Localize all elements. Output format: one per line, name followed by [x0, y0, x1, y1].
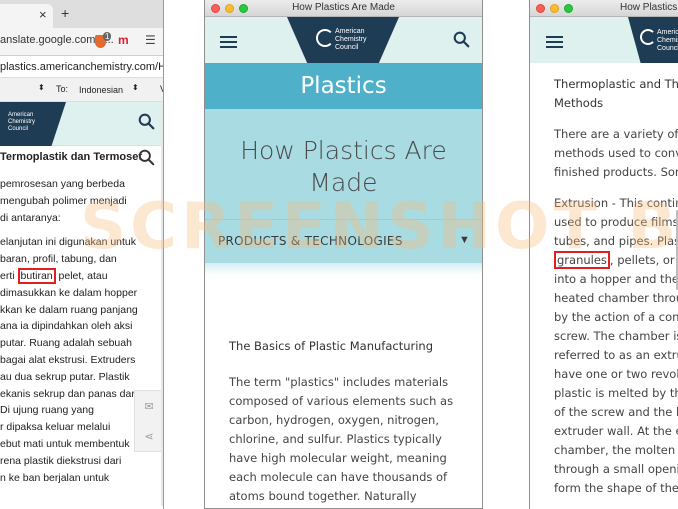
text-line: au dua sekrup putar. Plastik: [0, 370, 130, 383]
text-line: bagai alat ekstrusi. Extruders: [0, 353, 136, 366]
acc-logo[interactable]: American Chemistry Council: [0, 102, 66, 146]
text-line: heated chamber throug: [554, 291, 678, 305]
article-subheading: Thermoplastic and Ther Methods: [554, 77, 678, 110]
language-bar: ⬍ To: Indonesian ⬍ V: [0, 78, 163, 102]
section-banner: Plastics: [205, 63, 482, 109]
text-line: into a hopper and then f: [554, 272, 678, 286]
text-line: extruder wall. At the en: [554, 424, 678, 438]
text-line: ana ia dipindahkan oleh aksi: [0, 320, 133, 333]
window-title: How Plastics A: [620, 2, 678, 13]
text-line: elanjutan ini digunakan untuk: [0, 236, 137, 249]
products-technologies-dropdown[interactable]: PRODUCTS & TECHNOLOGIES ▼: [205, 219, 482, 263]
translated-site-url[interactable]: plastics.americanchemistry.com/How-Pla: [0, 61, 163, 73]
mobile-preview-window-right: How Plastics A Americ Chemis Counci Ther…: [529, 0, 678, 509]
text-line: form the shape of the fi: [554, 481, 678, 495]
text-line: putar. Ruang adalah sebuah: [0, 337, 132, 350]
article-subheading: The Basics of Plastic Manufacturing: [229, 339, 434, 353]
tab-bar: × +: [0, 0, 163, 28]
from-language-select-icon[interactable]: ⬍: [38, 83, 45, 92]
close-tab-icon[interactable]: ×: [39, 7, 47, 22]
caret-down-icon[interactable]: ▼: [459, 234, 470, 246]
text-line: tubes, and pipes. Plastic: [554, 234, 678, 248]
social-share-bar: ✉ ⋖: [134, 390, 163, 452]
text-line: referred to as an extrud: [554, 348, 678, 362]
site-header: American Chemistry Council: [0, 102, 163, 146]
to-language-label: To:: [56, 84, 69, 94]
search-icon[interactable]: [138, 113, 155, 130]
menu-icon[interactable]: ☰: [145, 33, 156, 47]
zoom-window-button[interactable]: [564, 4, 573, 13]
hamburger-menu-icon[interactable]: [546, 36, 563, 48]
to-language-select[interactable]: Indonesian: [77, 84, 125, 96]
acc-logo-mark-icon: [640, 29, 656, 45]
article-paragraph: The term "plastics" includes materials c…: [229, 375, 454, 503]
translated-site-url-bar: plastics.americanchemistry.com/How-Pla: [0, 56, 163, 78]
highlight-box-butiran: butiran: [17, 267, 56, 284]
translate-browser-window: × + anslate.google.com/tr... 1 m ☰ plast…: [0, 0, 164, 509]
logo-text: American Chemistry Council: [8, 112, 36, 132]
divider: [205, 263, 482, 275]
close-window-button[interactable]: [536, 4, 545, 13]
highlight-box-granules: granules: [554, 251, 610, 269]
browser-tab[interactable]: ×: [0, 4, 53, 28]
text-line: kkan ke dalam ruang panjang: [0, 303, 138, 316]
extension-m-icon[interactable]: m: [118, 33, 129, 47]
screenshot-collage: × + anslate.google.com/tr... 1 m ☰ plast…: [0, 0, 678, 509]
share-icon[interactable]: ⋖: [135, 421, 163, 451]
text-line: plastic is melted by the: [554, 386, 678, 400]
acc-logo-mark-icon: [316, 29, 334, 47]
article-content: The Basics of Plastic Manufacturing The …: [205, 275, 482, 508]
hamburger-menu-icon[interactable]: [220, 36, 237, 48]
section-title: Plastics: [300, 73, 387, 99]
mobile-preview-window: How Plastics Are Made American Chemistry…: [204, 0, 483, 509]
text-line: dimasukkan ke dalam hopper: [0, 286, 138, 299]
new-tab-button[interactable]: +: [61, 5, 69, 21]
site-header: American Chemistry Council: [205, 17, 482, 63]
minimize-window-button[interactable]: [550, 4, 559, 13]
text-line: finished products. Some: [554, 165, 678, 179]
text-line: [0, 226, 163, 234]
text-line: di antaranya:: [0, 211, 61, 224]
language-bar-extra: V: [160, 84, 163, 94]
text-line: chamber, the molten pla: [554, 443, 678, 457]
text-line: through a small opening: [554, 462, 678, 476]
window-titlebar: How Plastics Are Made: [205, 0, 482, 17]
text-line: baran, profil, tabung, dan: [0, 253, 117, 266]
page-title: How Plastics Are Made: [240, 136, 447, 197]
search-icon[interactable]: [138, 149, 155, 166]
search-icon[interactable]: [453, 31, 470, 48]
dropdown-label: PRODUCTS & TECHNOLOGIES: [218, 234, 403, 248]
scrollbar[interactable]: [161, 106, 163, 506]
text-line: of the screw and the hea: [554, 405, 678, 419]
text-line: methods used to conver: [554, 146, 678, 160]
text-line: There are a variety of di: [554, 127, 678, 141]
text-line: screw. The chamber is a: [554, 329, 678, 343]
email-icon[interactable]: ✉: [135, 391, 163, 421]
text-line: have one or two revolvin: [554, 367, 678, 381]
section-subheading: Termoplastik dan Termoset: [0, 146, 163, 170]
logo-text: Americ Chemis Counci: [657, 29, 678, 52]
logo-text: American Chemistry Council: [335, 28, 367, 51]
hero: How Plastics Are Made: [205, 109, 482, 219]
address-bar[interactable]: anslate.google.com/tr... 1 m ☰: [0, 28, 163, 56]
text-line-highlighted: granules, pellets, or pow: [554, 251, 678, 270]
article-content: Thermoplastic and Ther Methods There are…: [530, 63, 678, 498]
text-line: rena plastik diekstrusi dari: [0, 454, 122, 467]
text-line: by the action of a contin: [554, 310, 678, 324]
text-line-highlighted: erti butiran pelet, atau: [0, 267, 108, 284]
to-language-select-icon[interactable]: ⬍: [132, 83, 139, 92]
window-titlebar: How Plastics A: [530, 0, 678, 17]
window-title: How Plastics Are Made: [292, 2, 395, 13]
text-line: used to produce films, s: [554, 215, 678, 229]
text-line: n ke ban berjalan untuk: [0, 471, 110, 484]
site-header: Americ Chemis Counci: [530, 17, 678, 63]
text-line: pemrosesan yang berbeda: [0, 178, 125, 190]
text-line: mengubah polimer menjadi: [0, 194, 127, 207]
text-line: Extrusion - This continu: [554, 196, 678, 210]
